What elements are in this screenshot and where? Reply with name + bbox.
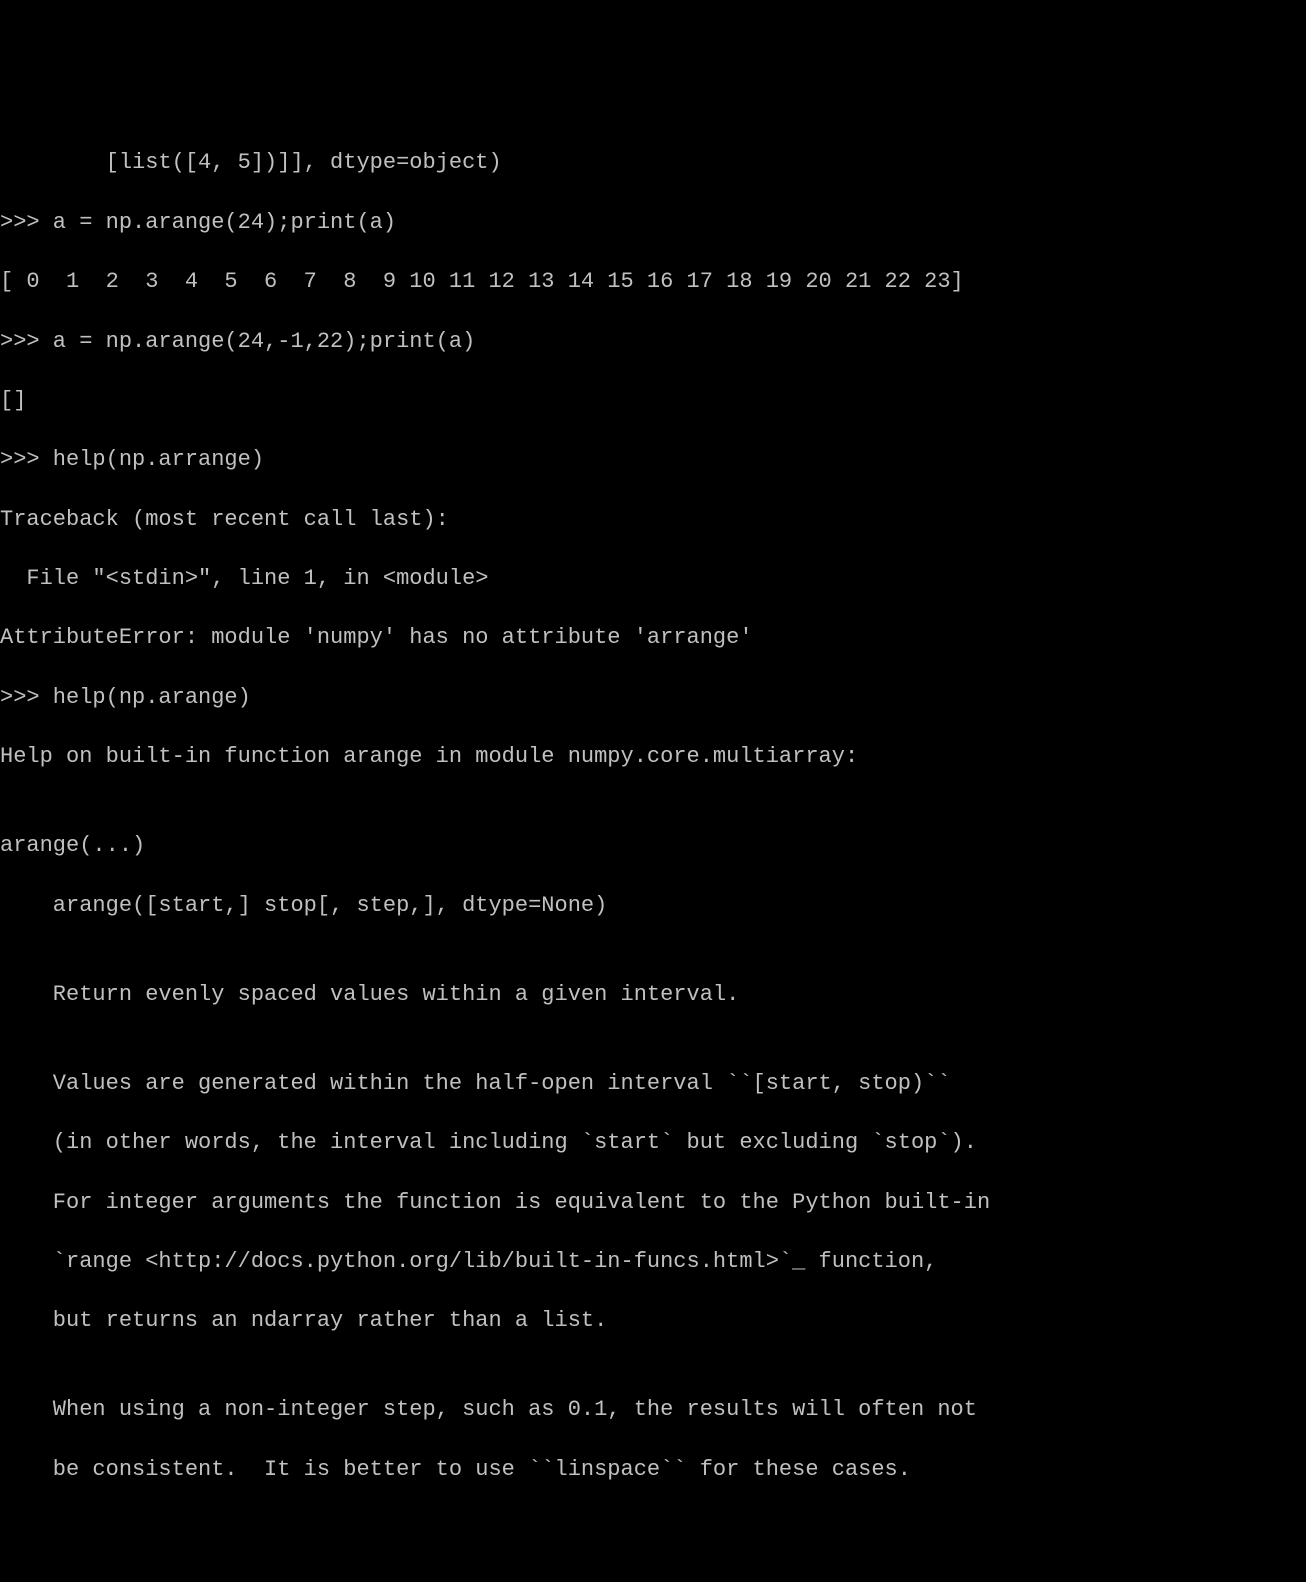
prompt-line: >>> help(np.arrange) [0, 445, 1306, 475]
prompt-line: >>> a = np.arange(24,-1,22);print(a) [0, 327, 1306, 357]
traceback-line: Traceback (most recent call last): [0, 505, 1306, 535]
help-line: For integer arguments the function is eq… [0, 1188, 1306, 1218]
help-line: Return evenly spaced values within a giv… [0, 980, 1306, 1010]
output-line: [list([4, 5])]], dtype=object) [0, 148, 1306, 178]
help-line: Values are generated within the half-ope… [0, 1069, 1306, 1099]
prompt-line: >>> a = np.arange(24);print(a) [0, 208, 1306, 238]
output-line: [ 0 1 2 3 4 5 6 7 8 9 10 11 12 13 14 15 … [0, 267, 1306, 297]
terminal-output[interactable]: [list([4, 5])]], dtype=object) >>> a = n… [0, 119, 1306, 1514]
help-line: `range <http://docs.python.org/lib/built… [0, 1247, 1306, 1277]
help-line: (in other words, the interval including … [0, 1128, 1306, 1158]
help-line: Help on built-in function arange in modu… [0, 742, 1306, 772]
help-line: be consistent. It is better to use ``lin… [0, 1455, 1306, 1485]
help-line: arange(...) [0, 831, 1306, 861]
help-line: but returns an ndarray rather than a lis… [0, 1306, 1306, 1336]
output-line: [] [0, 386, 1306, 416]
help-line: When using a non-integer step, such as 0… [0, 1395, 1306, 1425]
help-line: arange([start,] stop[, step,], dtype=Non… [0, 891, 1306, 921]
error-line: AttributeError: module 'numpy' has no at… [0, 623, 1306, 653]
traceback-line: File "<stdin>", line 1, in <module> [0, 564, 1306, 594]
prompt-line: >>> help(np.arange) [0, 683, 1306, 713]
